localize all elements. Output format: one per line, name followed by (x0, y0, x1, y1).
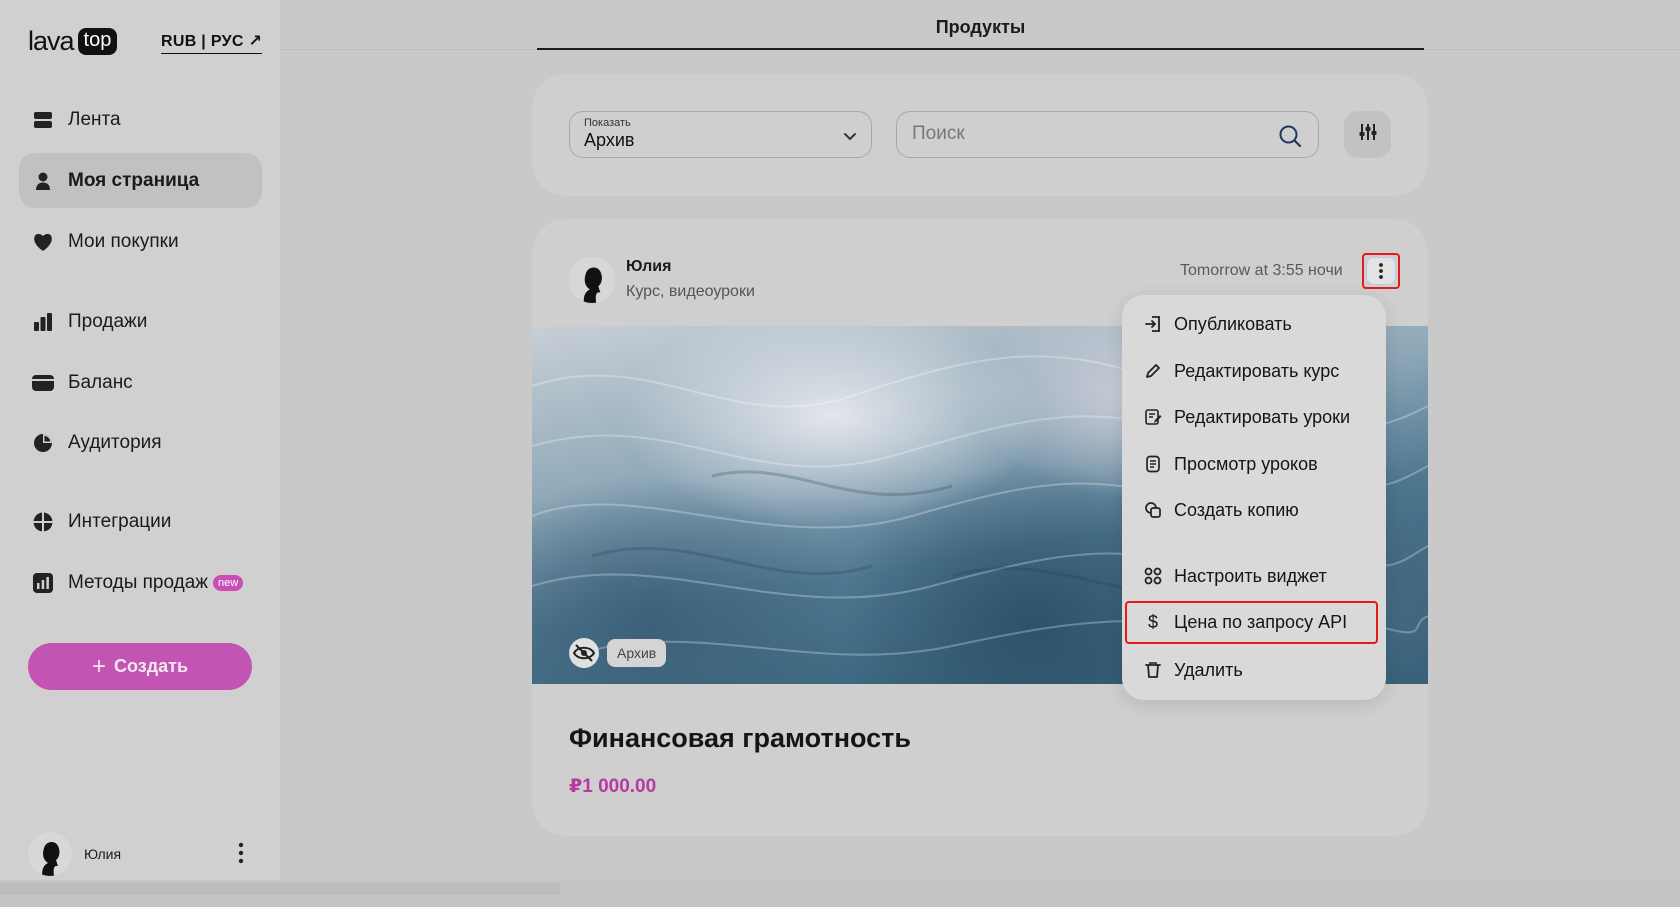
status-badge: Архив (607, 639, 667, 667)
more-vertical-icon[interactable] (238, 842, 244, 869)
copy-icon (1143, 500, 1163, 520)
menu-item-label: Редактировать курс (1174, 360, 1340, 381)
menu-item-label: Опубликовать (1174, 313, 1292, 334)
document-icon (1143, 454, 1163, 474)
edit-document-icon (1143, 407, 1163, 427)
menu-item-view-lessons[interactable]: Просмотр уроков (1143, 449, 1318, 479)
product-actions-menu: Опубликовать Редактировать курс Редактир… (1122, 295, 1386, 700)
menu-item-label: Создать копию (1174, 499, 1299, 520)
sliders-icon (1358, 122, 1378, 147)
sidebar-item-label: Баланс (68, 371, 133, 393)
menu-item-configure-widget[interactable]: Настроить виджет (1143, 561, 1327, 591)
menu-item-edit-course[interactable]: Редактировать курс (1143, 356, 1339, 386)
search-field[interactable] (896, 111, 1319, 158)
menu-item-api-price[interactable]: $ Цена по запросу API (1125, 601, 1378, 644)
scrollbar-thumb[interactable] (0, 883, 560, 895)
menu-item-edit-lessons[interactable]: Редактировать уроки (1143, 402, 1350, 432)
sidebar-item-sales[interactable]: Продажи (19, 294, 262, 349)
menu-item-delete[interactable]: Удалить (1143, 655, 1243, 685)
menu-item-label: Просмотр уроков (1174, 453, 1318, 474)
menu-item-create-copy[interactable]: Создать копию (1143, 495, 1299, 525)
sidebar-item-feed[interactable]: Лента (19, 92, 262, 147)
filter-panel: Показать Архив (532, 74, 1428, 196)
sidebar-item-my-purchases[interactable]: Мои покупки (19, 214, 262, 269)
widget-icon (1143, 566, 1163, 586)
create-button[interactable]: + Создать (28, 643, 252, 690)
heart-icon (32, 231, 54, 253)
filter-settings-button[interactable] (1344, 111, 1391, 158)
horizontal-scrollbar[interactable] (0, 880, 1680, 907)
eye-off-icon (569, 638, 599, 668)
product-price: ₽1 000.00 (569, 776, 657, 797)
sidebar-item-label: Аудитория (68, 431, 162, 453)
currency-language-link[interactable]: RUB | РУС ↗ (161, 31, 263, 54)
sidebar-item-label: Лента (68, 108, 121, 130)
plus-icon: + (91, 652, 106, 680)
sidebar-item-my-page[interactable]: Моя страница (19, 153, 262, 208)
sidebar-item-label: Интеграции (68, 510, 172, 532)
user-profile-row[interactable]: Юлия (28, 832, 258, 876)
search-icon[interactable] (1278, 124, 1302, 153)
bar-chart-icon (32, 311, 54, 333)
show-filter-value: Архив (584, 130, 635, 150)
user-name: Юлия (84, 846, 122, 862)
search-input[interactable] (897, 112, 1257, 156)
new-badge: new (213, 574, 244, 591)
sidebar-item-integrations[interactable]: Интеграции (19, 494, 262, 549)
pie-chart-icon (32, 432, 54, 454)
author-avatar (569, 257, 615, 303)
menu-item-label: Редактировать уроки (1174, 406, 1351, 427)
sidebar-item-audience[interactable]: Аудитория (19, 415, 262, 470)
integrations-icon (32, 511, 54, 533)
trash-icon (1143, 660, 1163, 680)
publish-icon (1143, 314, 1163, 334)
sidebar: lava top RUB | РУС ↗ Лента Моя страница … (0, 0, 280, 880)
product-menu-button[interactable] (1362, 253, 1400, 289)
user-avatar (28, 832, 72, 876)
logo-badge: top (77, 28, 118, 55)
sales-methods-icon (32, 572, 54, 594)
sidebar-item-sales-methods[interactable]: Методы продаж new (19, 555, 262, 610)
tab-products[interactable]: Продукты (537, 0, 1424, 50)
product-type: Курс, видеоуроки (626, 283, 755, 300)
product-timestamp: Tomorrow at 3:55 ночи (1180, 262, 1343, 279)
menu-item-publish[interactable]: Опубликовать (1143, 309, 1292, 339)
sidebar-item-balance[interactable]: Баланс (19, 355, 262, 410)
menu-item-label: Удалить (1174, 659, 1243, 680)
sidebar-item-label: Моя страница (68, 169, 200, 191)
menu-item-label: Цена по запросу API (1174, 612, 1348, 632)
show-filter-select[interactable]: Показать Архив (569, 111, 872, 158)
dollar-icon: $ (1147, 612, 1158, 632)
wallet-icon (32, 372, 54, 394)
show-filter-label: Показать (584, 117, 631, 129)
logo[interactable]: lava top (28, 26, 118, 57)
feed-icon (32, 109, 54, 131)
sidebar-item-label: Методы продаж (68, 571, 209, 593)
pencil-icon (1143, 361, 1163, 381)
more-vertical-icon (1366, 257, 1396, 285)
product-title[interactable]: Финансовая грамотность (569, 723, 911, 754)
sidebar-item-label: Мои покупки (68, 230, 179, 252)
create-button-label: Создать (113, 656, 189, 676)
logo-text: lava (28, 26, 75, 56)
sidebar-item-label: Продажи (68, 310, 148, 332)
author-name: Юлия (626, 258, 672, 275)
menu-item-label: Настроить виджет (1174, 565, 1327, 586)
person-icon (32, 170, 54, 192)
chevron-down-icon (843, 128, 857, 146)
